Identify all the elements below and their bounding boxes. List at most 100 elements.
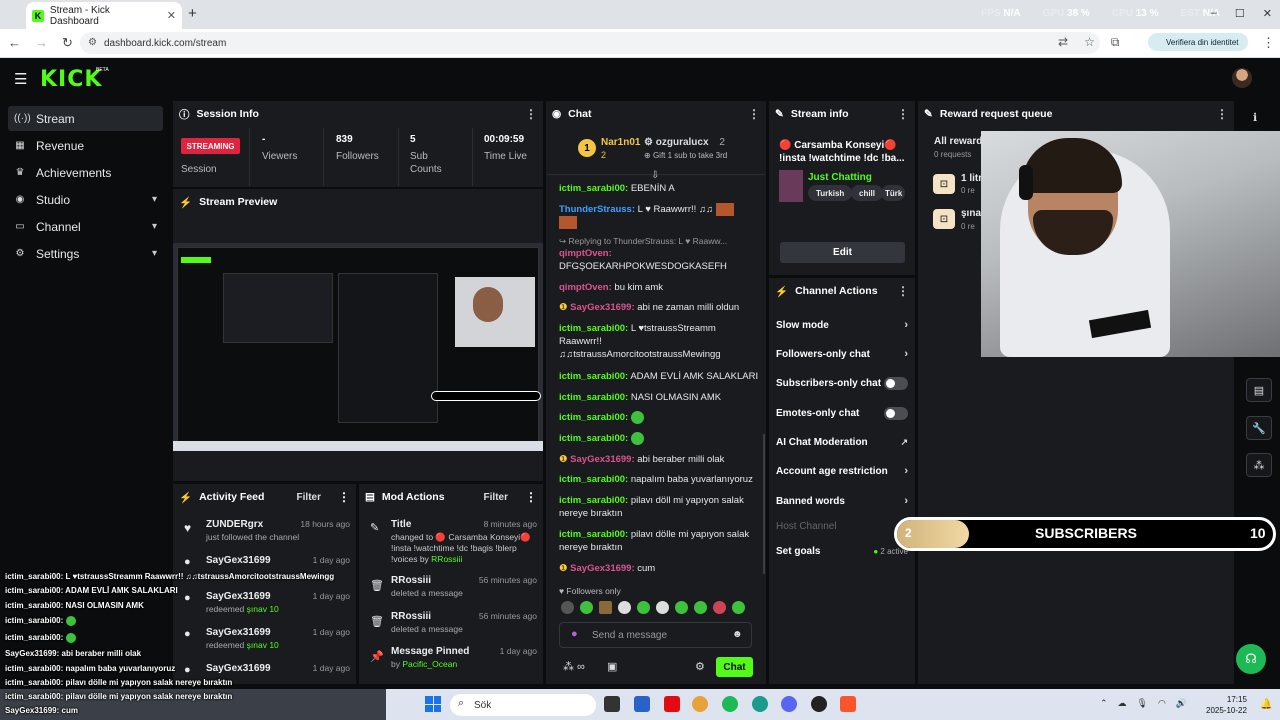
new-tab-icon[interactable]: + — [188, 5, 197, 22]
close-tab-icon[interactable]: ✕ — [167, 9, 176, 22]
emotes-only-item[interactable]: Emotes-only chat — [776, 403, 908, 423]
sidebar-item-settings[interactable]: ⚙ Settings ▾ — [8, 241, 163, 266]
verify-identity-button[interactable]: Verifiera din identitet — [1148, 33, 1248, 51]
back-icon: ← — [8, 35, 21, 50]
chat-message: ictim_sarabi00: ADAM EVLİ AMK SALAKLARI — [559, 371, 759, 382]
spotify-icon[interactable] — [722, 696, 738, 712]
taskbar-search[interactable]: Sök — [450, 694, 596, 716]
nav-buttons[interactable]: ← → ↻ — [8, 35, 73, 51]
wrench-icon[interactable]: 🔧 — [1246, 416, 1272, 440]
chevron-right-icon: › — [904, 348, 908, 360]
more-icon[interactable]: ⋮ — [1216, 107, 1228, 121]
chat-message: qimptOven: bu kim amk — [559, 282, 663, 293]
hamburger-menu-icon[interactable]: ☰ — [14, 70, 27, 88]
list-item: 🗑 RRossiii 56 minutes ago deleted a messa… — [370, 575, 537, 598]
chat-settings-icon[interactable]: ⚙ — [695, 660, 705, 673]
filter-button[interactable]: Filter — [484, 492, 508, 503]
headset-support-icon[interactable]: ☊ — [1236, 644, 1266, 674]
chat-message-input[interactable]: Send a message — [559, 622, 752, 648]
collapse-icon[interactable]: ⇩ — [651, 170, 659, 181]
sidebar-item-achievements[interactable]: ♛ Achievements — [8, 160, 163, 185]
sidebar-item-stream[interactable]: ((·)) Stream — [8, 106, 163, 131]
tag[interactable]: Türk — [881, 185, 905, 201]
ai-moderation-item[interactable]: AI Chat Moderation ↗ — [776, 432, 908, 452]
emote-bar[interactable] — [561, 601, 745, 614]
notification-icon[interactable]: 🔔 — [1260, 699, 1272, 710]
chrome-icon[interactable] — [692, 696, 708, 712]
external-link-icon: ↗ — [900, 436, 908, 447]
browser-tab[interactable]: K Stream - Kick Dashboard ✕ — [26, 2, 182, 29]
emote-icon — [694, 601, 707, 614]
rank-1-icon: 1 — [578, 139, 596, 157]
overlay-chat-line: SayGex31699: abi beraber milli olak — [5, 649, 142, 658]
reward-item-name[interactable]: 1 litr — [961, 173, 982, 184]
info-icon[interactable]: ℹ — [1253, 111, 1257, 124]
edit-button[interactable]: Edit — [780, 242, 905, 263]
mod-tools-icon[interactable]: ⁂ ∞ — [563, 660, 585, 673]
more-icon[interactable]: ⋮ — [897, 107, 909, 121]
more-icon[interactable]: ⋮ — [897, 284, 909, 298]
more-icon[interactable]: ⋮ — [525, 490, 537, 504]
banned-words-item[interactable]: Banned words › — [776, 491, 908, 511]
task-view-icon[interactable] — [604, 696, 620, 712]
chat-message: ictim_sarabi00: pilavı döll mi yapıyon s… — [559, 495, 744, 519]
reward-item-icon: ⊡ — [933, 174, 955, 194]
browser-menu-icon[interactable]: ⋮ — [1262, 35, 1275, 51]
emote-icon — [630, 411, 644, 424]
nodes-icon[interactable]: ⁂ — [1246, 453, 1272, 477]
emote-icon — [559, 216, 577, 230]
windows-start-icon[interactable] — [425, 696, 441, 712]
store-icon[interactable]: ▣ — [607, 660, 617, 673]
app-icon[interactable] — [634, 696, 650, 712]
browser-actions[interactable]: ⇄ ☆ ⧉ — [1058, 35, 1119, 50]
all-rewards-label[interactable]: All reward — [934, 136, 982, 147]
sidebar-item-studio[interactable]: ◉ Studio ▾ — [8, 187, 163, 212]
category-name[interactable]: Just Chatting — [808, 172, 872, 183]
host-channel-item[interactable]: Host Channel — [776, 516, 908, 536]
filter-button[interactable]: Filter — [297, 492, 321, 503]
slow-mode-item[interactable]: Slow mode › — [776, 315, 908, 335]
stream-preview-image[interactable] — [173, 243, 543, 451]
list-item: ● SayGex31699 1 day ago — [184, 555, 350, 568]
system-tray[interactable]: ⌃ ☁ 🎙 ◠ 🔊 — [1100, 698, 1187, 709]
avatar[interactable] — [1232, 68, 1252, 88]
layout-icon[interactable]: ▤ — [1246, 378, 1272, 402]
set-goals-item[interactable]: Set goals ● 2 active — [776, 541, 908, 561]
window-controls[interactable]: – ☐ ✕ — [1211, 7, 1272, 20]
brave-icon[interactable] — [840, 696, 856, 712]
site-info-icon[interactable]: ⚙ — [88, 37, 97, 48]
studio-icon: ◉ — [15, 194, 25, 205]
search-icon: ⌕ — [458, 697, 465, 709]
reward-item-name[interactable]: şına — [961, 208, 981, 219]
sidebar-item-channel[interactable]: ▭ Channel ▾ — [8, 214, 163, 239]
taskbar-clock[interactable]: 17:15 2025-10-22 — [1206, 694, 1247, 716]
more-icon[interactable]: ⋮ — [338, 490, 350, 504]
chevron-right-icon: › — [904, 465, 908, 477]
url-input[interactable]: dashboard.kick.com/stream — [80, 32, 1100, 54]
followers-only-item[interactable]: Followers-only chat › — [776, 344, 908, 364]
emote-icon — [580, 601, 593, 614]
more-icon[interactable]: ⋮ — [748, 107, 760, 121]
obs-icon[interactable] — [811, 696, 827, 712]
emoji-icon[interactable]: ☻ — [732, 629, 743, 640]
tag[interactable]: chill — [851, 185, 884, 201]
kick-logo[interactable]: KICK — [40, 67, 102, 92]
gift-icon: ● — [184, 556, 191, 568]
tag[interactable]: Turkish — [808, 185, 853, 201]
edge-icon[interactable] — [752, 696, 768, 712]
chat-message: ictim_sarabi00: — [559, 411, 759, 424]
discord-icon[interactable] — [781, 696, 797, 712]
more-icon[interactable]: ⋮ — [525, 107, 537, 121]
chat-scrollbar[interactable] — [763, 434, 765, 574]
mic-icon[interactable]: ● — [571, 628, 578, 640]
list-item: 🗑 RRossiii 56 minutes ago deleted a messa… — [370, 611, 537, 634]
overlay-chat-line: ictim_sarabi00: — [5, 616, 76, 626]
send-chat-button[interactable]: Chat — [716, 657, 753, 677]
subscribers-only-item[interactable]: Subscribers-only chat — [776, 373, 908, 393]
netflix-icon[interactable] — [664, 696, 680, 712]
sidebar-item-revenue[interactable]: ▦ Revenue — [8, 133, 163, 158]
chat-icon: ◉ — [552, 108, 562, 120]
toggle-switch — [884, 406, 908, 420]
account-age-item[interactable]: Account age restriction › — [776, 461, 908, 481]
emote-icon — [732, 601, 745, 614]
